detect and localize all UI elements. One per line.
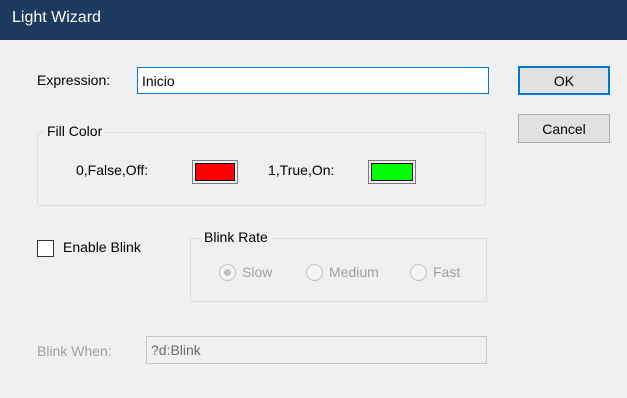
blink-rate-slow-label[interactable]: Slow: [242, 264, 272, 280]
enable-blink-checkbox[interactable]: [37, 240, 54, 257]
false-color-label: 0,False,Off:: [76, 162, 149, 178]
blink-when-input[interactable]: [146, 336, 487, 364]
cancel-button-label: Cancel: [542, 120, 586, 137]
blink-rate-medium-label[interactable]: Medium: [329, 264, 379, 280]
radio-selected-dot: [224, 269, 231, 276]
blink-rate-medium-radio[interactable]: [306, 264, 323, 281]
ok-button-label: OK: [553, 72, 575, 89]
ok-button[interactable]: OK: [518, 66, 610, 95]
window-title: Light Wizard: [12, 9, 101, 26]
expression-label: Expression:: [37, 72, 111, 88]
cancel-button[interactable]: Cancel: [518, 114, 610, 143]
blink-when-label: Blink When:: [37, 343, 112, 359]
blink-rate-fast-label[interactable]: Fast: [433, 264, 460, 280]
expression-input[interactable]: [137, 67, 489, 94]
title-bar: Light Wizard: [0, 0, 627, 40]
false-color-swatch[interactable]: [195, 163, 235, 181]
fill-color-group-title: Fill Color: [44, 123, 106, 139]
enable-blink-label[interactable]: Enable Blink: [63, 239, 141, 255]
blink-rate-group-title: Blink Rate: [201, 229, 271, 245]
blink-rate-fast-radio[interactable]: [410, 264, 427, 281]
true-color-swatch[interactable]: [371, 163, 413, 181]
blink-rate-slow-radio[interactable]: [219, 264, 236, 281]
true-color-label: 1,True,On:: [268, 162, 335, 178]
